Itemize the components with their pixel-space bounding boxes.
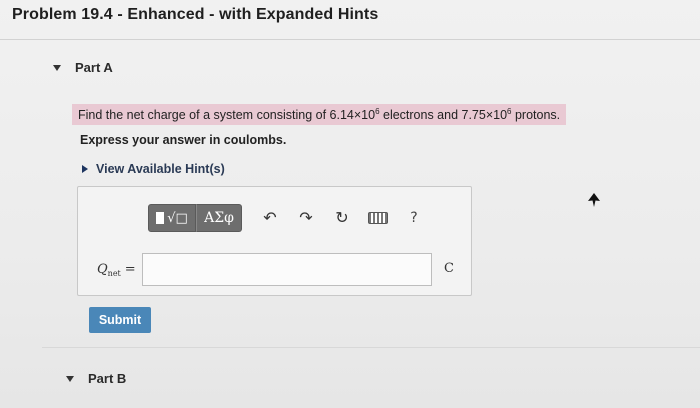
question-text: Find the net charge of a system consisti… [72,104,567,125]
greek-symbols-button[interactable]: ΑΣφ [196,204,242,232]
keyboard-shortcuts-button[interactable] [364,204,392,232]
collapse-triangle-icon[interactable] [66,375,74,382]
redo-icon[interactable]: ↷ [292,204,320,232]
collapse-triangle-icon[interactable] [53,64,61,71]
sqrt-template-icon: √□ [167,211,188,226]
variable-symbol: Q [97,262,108,277]
templates-label: √□ [167,210,188,226]
part-b-header[interactable]: Part B [66,371,126,386]
math-toolbar: √□ ΑΣφ ↶ ↷ ↻ ? [148,204,428,232]
undo-icon[interactable]: ↶ [256,204,284,232]
help-icon[interactable]: ? [400,204,428,232]
submit-button[interactable]: Submit [89,307,151,333]
variable-subscript: net [107,269,121,278]
view-hints-link[interactable]: View Available Hint(s) [82,162,225,176]
part-divider [42,347,700,348]
part-a-header[interactable]: Part A [53,60,113,75]
question-suffix: protons. [511,108,561,122]
page-title: Problem 19.4 - Enhanced - with Expanded … [12,6,379,23]
expand-triangle-icon [82,165,88,173]
reset-icon[interactable]: ↻ [328,204,356,232]
part-a-label: Part A [75,60,113,75]
unit-label: C [444,261,454,276]
mouse-cursor-icon [588,193,600,207]
part-b-label: Part B [88,371,127,386]
answer-input[interactable] [142,253,432,286]
template-square-icon [156,212,165,224]
question-middle: electrons and 7.75×10 [379,108,508,122]
page-container: Problem 19.4 - Enhanced - with Expanded … [0,0,700,408]
question-prefix: Find the net charge of a system consisti… [78,108,376,122]
keyboard-icon [368,212,388,224]
templates-button[interactable]: √□ [148,204,196,232]
answer-variable-label: Qnet = [97,262,136,278]
view-hints-label: View Available Hint(s) [96,162,225,176]
greek-symbols-label: ΑΣφ [204,210,234,226]
answer-instruction: Express your answer in coulombs. [80,133,287,147]
title-divider [0,39,700,40]
equals-sign: = [124,262,136,277]
